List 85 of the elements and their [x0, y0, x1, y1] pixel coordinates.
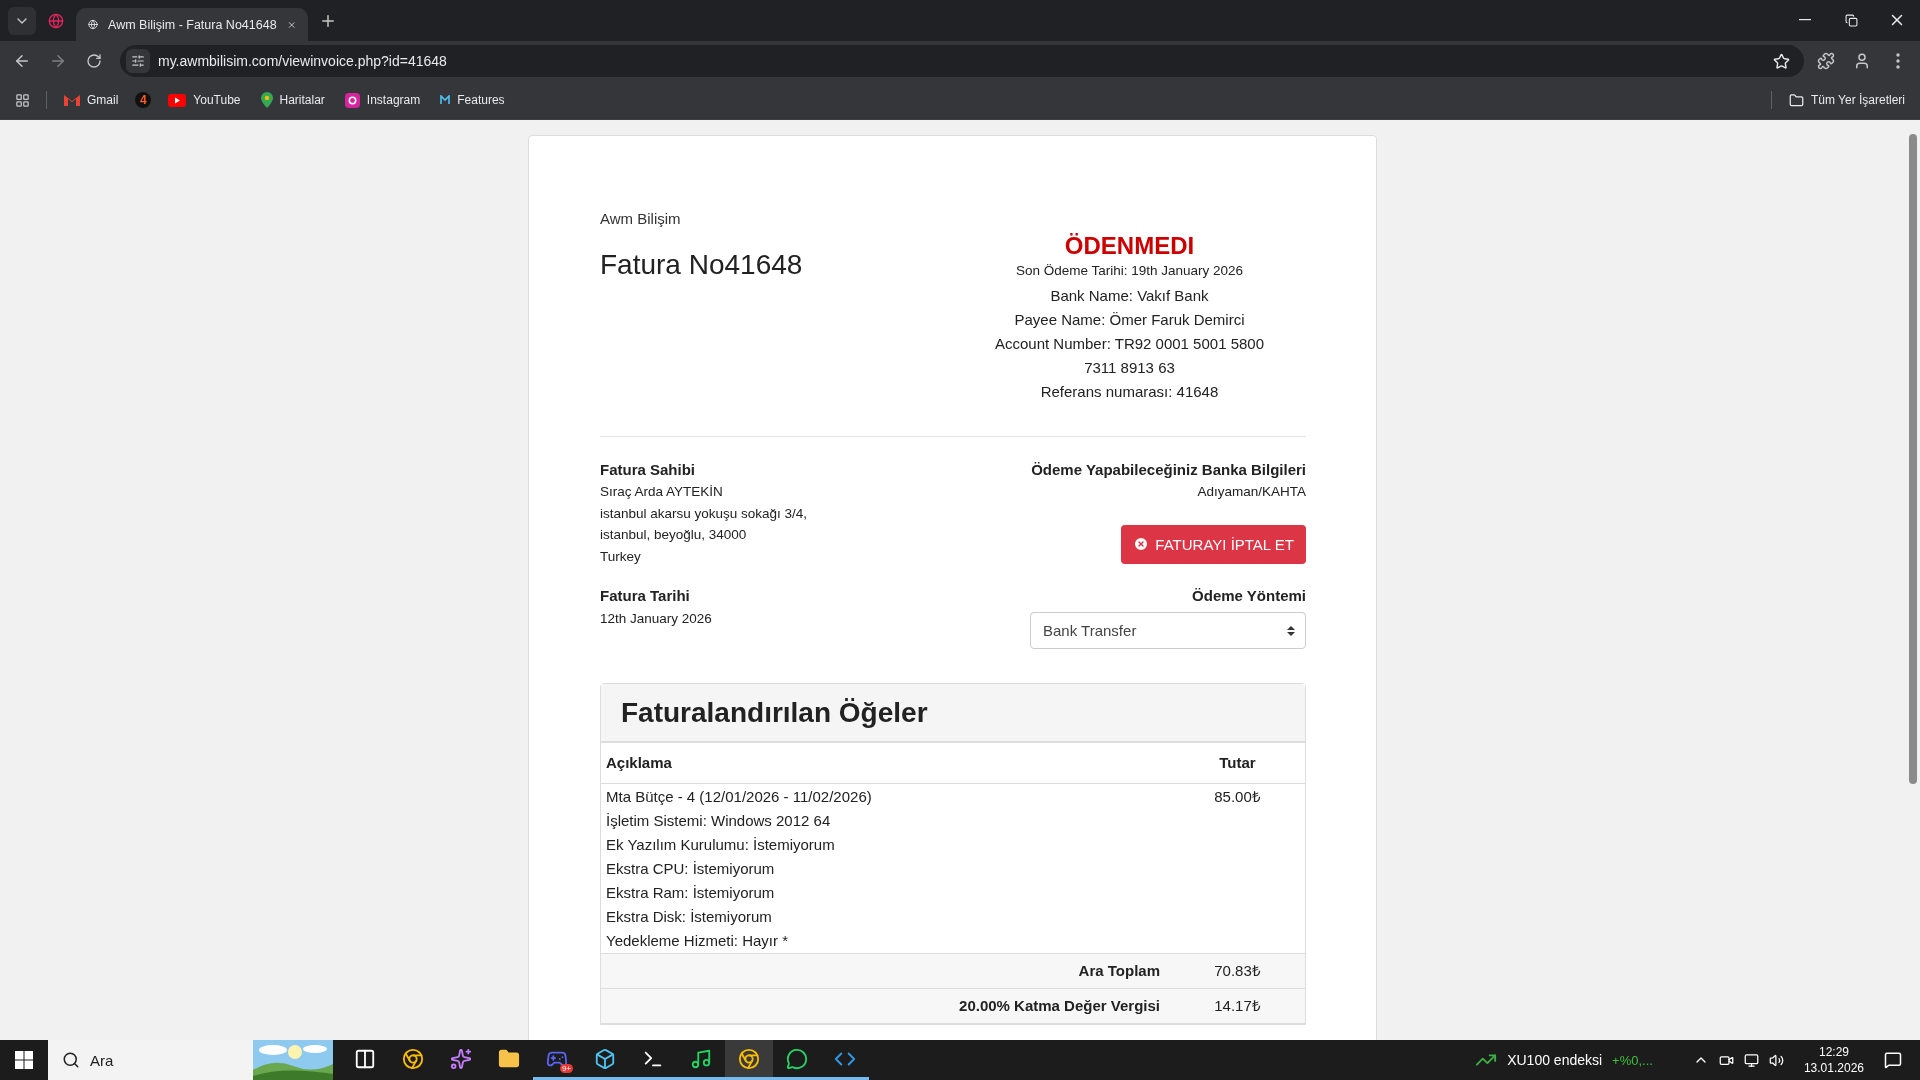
total-amount: 14.17₺ [1213, 996, 1262, 1016]
folder-icon [1788, 92, 1804, 108]
bookmark[interactable]: Haritalar [257, 87, 328, 113]
section-heading: Ödeme Yapabileceğiniz Banka Bilgileri [1031, 461, 1306, 478]
bank-detail: Bank Name: Vakıf Bank [1050, 286, 1209, 306]
bookmark[interactable]: YouTube [165, 87, 244, 113]
browser-tab[interactable]: Awm Bilişim - Fatura No41648 [76, 8, 308, 41]
total-label: Ara Toplam [1077, 961, 1161, 981]
cancel-icon [1133, 536, 1150, 552]
total-label: 20.00% Katma Değer Vergisi [958, 996, 1161, 1016]
total-amount: 70.83₺ [1213, 961, 1262, 981]
extension-icon[interactable] [48, 12, 64, 29]
item-description: Yedekleme Hizmeti: Hayır * [606, 931, 789, 951]
widget-label: XU100 endeksi [1507, 1052, 1603, 1068]
panel-title: Faturalandırılan Öğeler [621, 696, 928, 729]
music-icon [690, 1047, 712, 1070]
item-description: Ekstra CPU: İstemiyorum [606, 859, 776, 879]
sparkle-icon [450, 1047, 472, 1070]
all-bookmarks-button[interactable]: Tüm Yer İşaretleri [1785, 87, 1908, 113]
item-description: Ekstra Disk: İstemiyorum [606, 907, 773, 927]
taskbar-app[interactable]: 9+ [533, 1040, 581, 1080]
globe-icon [88, 17, 99, 32]
section-heading: Fatura Tarihi [600, 587, 691, 604]
chat-icon [786, 1047, 808, 1070]
select-arrows-icon [1287, 624, 1295, 637]
cube-icon [594, 1047, 616, 1070]
payment-method-select[interactable]: Bank Transfer [1030, 612, 1306, 649]
bank-detail: Payee Name: Ömer Faruk Demirci [1014, 310, 1245, 330]
address-line: Turkey [600, 547, 642, 566]
item-description: Ekstra Ram: İstemiyorum [606, 883, 776, 903]
cancel-invoice-button[interactable]: FATURAYI İPTAL ET [1121, 524, 1306, 564]
camera-icon [344, 92, 360, 108]
letter-mark-icon [440, 95, 451, 105]
taskbar-search-field[interactable]: Ara [48, 1040, 333, 1080]
task-view-icon [354, 1047, 376, 1070]
status-label: ÖDENMEDI [1064, 232, 1195, 260]
notification-badge: 9+ [559, 1064, 573, 1073]
section-heading: Fatura Sahibi [600, 461, 697, 478]
bank-detail: Account Number: TR92 0001 5001 5800 7311 8913 63 [993, 334, 1266, 378]
notifications-icon [1884, 1051, 1902, 1069]
address-line: Sıraç Arda AYTEKİN [600, 483, 724, 501]
windows-icon [15, 1051, 33, 1069]
address-line: istanbul, beyoğlu, 34000 [600, 526, 748, 544]
clock[interactable]: 12:29 13.01.2026 [1793, 1044, 1874, 1076]
item-description: İşletim Sistemi: Windows 2012 64 [606, 811, 832, 831]
puzzle-icon [1817, 52, 1835, 70]
volume-icon [1768, 1052, 1784, 1068]
network-icon [1743, 1052, 1759, 1068]
item-description: Ek Yazılım Kurulumu: İstemiyorum [606, 835, 836, 855]
due-date: Son Ödeme Tarihi: 19th January 2026 [1015, 263, 1244, 278]
avatar-icon [1853, 52, 1871, 70]
play-icon [168, 93, 187, 107]
bank-detail: Referans numarası: 41648 [1040, 382, 1219, 402]
folder-icon [498, 1047, 520, 1070]
mail-icon [64, 94, 80, 106]
section-heading: Ödeme Yöntemi [1192, 587, 1306, 604]
invoice-title: Fatura No41648 [600, 249, 804, 281]
search-icon [62, 1051, 80, 1069]
address-bar[interactable]: my.awmbilisim.com/viewinvoice.php?id=41648 [120, 45, 1804, 77]
grid-icon [14, 92, 30, 108]
map-pin-icon [260, 92, 273, 108]
column-header: Tutar [1218, 753, 1257, 773]
bookmark-star-icon [1773, 52, 1790, 70]
site-settings-icon [131, 54, 145, 68]
bookmark[interactable]: Features [437, 87, 508, 113]
invoice-date: 12th January 2026 [600, 610, 713, 628]
address-line: istanbul akarsu yokuşu sokağı 3/4, [600, 504, 809, 523]
bookmark-icon[interactable]: 4 [135, 92, 152, 108]
tab-list-button[interactable] [8, 6, 36, 35]
forward-arrow-icon [49, 52, 67, 70]
item-description: Mta Bütçe - 4 (12/01/2026 - 11/02/2026) [606, 787, 873, 807]
bookmark[interactable]: Instagram [341, 87, 424, 113]
minimize-icon [1799, 19, 1811, 21]
taskbar-app[interactable] [725, 1040, 773, 1080]
menu-icon [1896, 53, 1900, 69]
item-amount: 85.00₺ [1213, 787, 1262, 807]
browser-icon [738, 1047, 760, 1070]
restore-icon [1844, 13, 1858, 27]
widget-change: +%0,... [1612, 1052, 1653, 1068]
browser-icon [402, 1047, 424, 1070]
logo-alt-text: Awm Bilişim [600, 210, 682, 227]
address-line: Adıyaman/KAHTA [1197, 483, 1306, 501]
column-header: Açıklama [605, 753, 673, 773]
reload-icon [86, 53, 102, 69]
bookmark[interactable]: Gmail [61, 87, 122, 113]
